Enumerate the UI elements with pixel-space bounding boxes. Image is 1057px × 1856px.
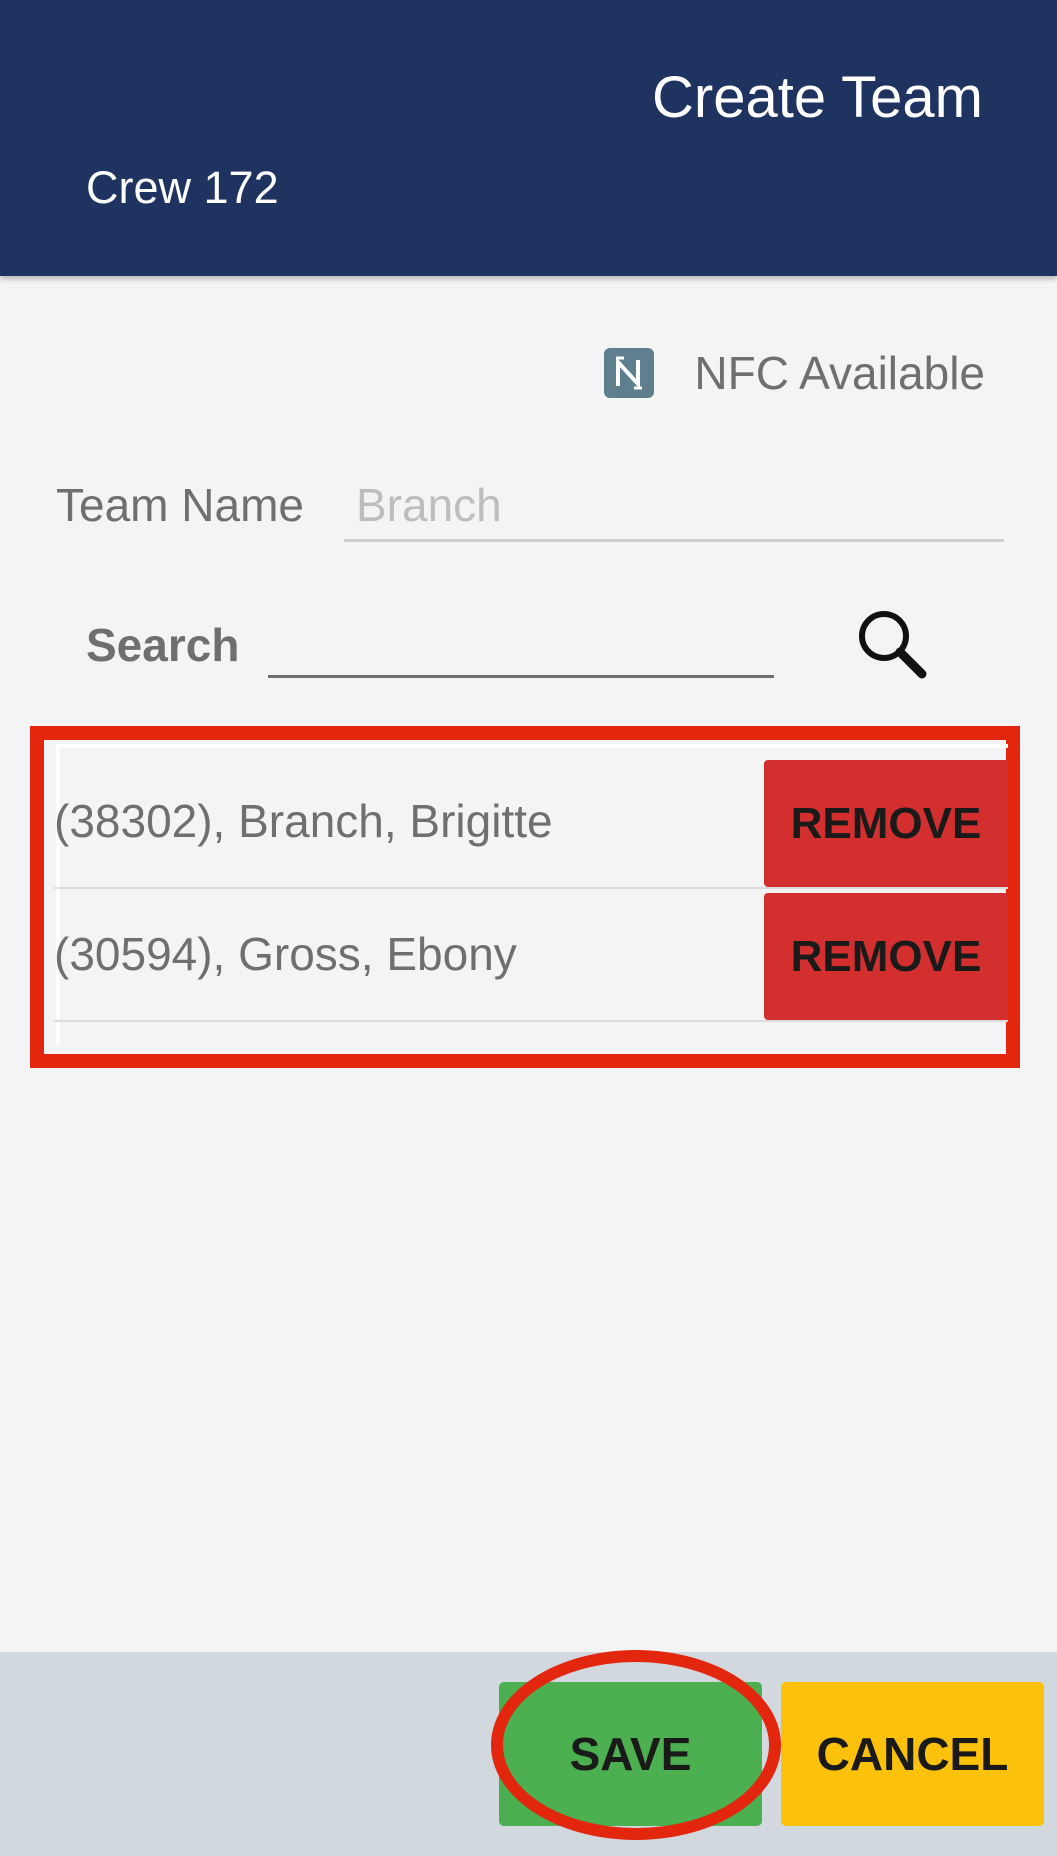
nfc-status: NFC Available <box>604 346 985 400</box>
crew-subtitle: Crew 172 <box>86 162 279 213</box>
app-header: Create Team Crew 172 <box>0 0 1057 276</box>
search-input[interactable] <box>268 606 774 678</box>
member-name: (38302), Branch, Brigitte <box>54 795 553 847</box>
list-item: (30594), Gross, Ebony REMOVE <box>54 889 1008 1022</box>
cancel-button[interactable]: CANCEL <box>781 1682 1044 1826</box>
team-members-list: (38302), Branch, Brigitte REMOVE (30594)… <box>30 726 1020 1068</box>
nfc-icon <box>604 348 655 398</box>
remove-button[interactable]: REMOVE <box>764 893 1008 1020</box>
footer-bar: SAVE CANCEL <box>0 1652 1057 1856</box>
remove-button[interactable]: REMOVE <box>764 760 1008 887</box>
nfc-status-label: NFC Available <box>694 347 985 399</box>
member-name: (30594), Gross, Ebony <box>54 928 517 980</box>
page-title: Create Team <box>652 65 983 130</box>
team-name-input[interactable] <box>344 470 1004 542</box>
list-item: (38302), Branch, Brigitte REMOVE <box>54 756 1008 889</box>
team-name-label: Team Name <box>56 479 304 531</box>
search-icon[interactable] <box>852 604 932 684</box>
save-button[interactable]: SAVE <box>499 1682 762 1826</box>
search-label: Search <box>86 619 240 671</box>
